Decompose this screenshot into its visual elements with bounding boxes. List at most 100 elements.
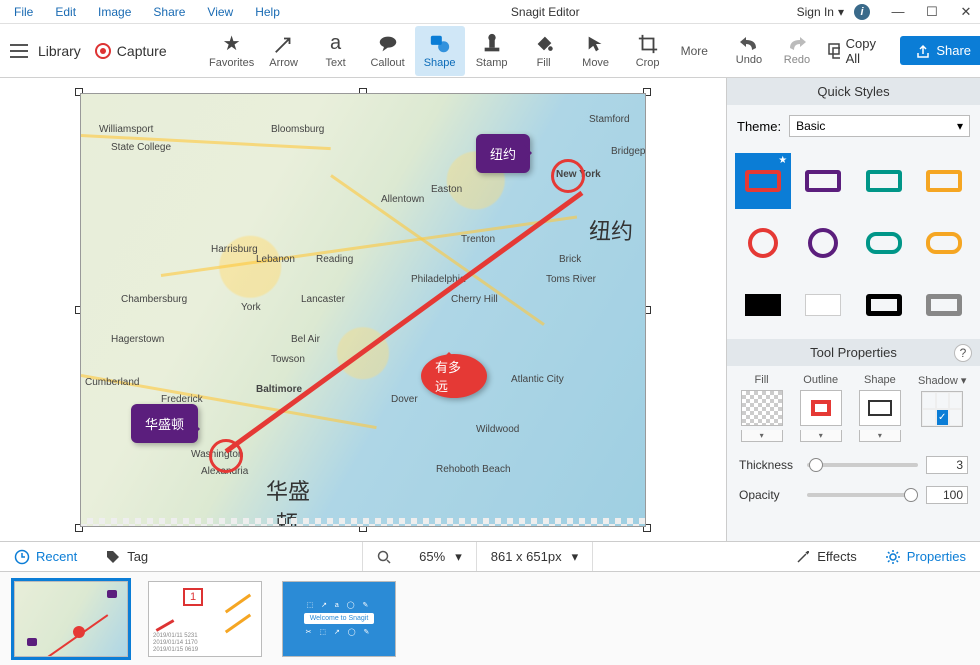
shadow-grid[interactable]: ✓: [921, 391, 963, 427]
outline-swatch[interactable]: [800, 390, 842, 426]
capture-button[interactable]: Capture: [95, 43, 167, 59]
callout-ny[interactable]: 纽约: [476, 134, 530, 173]
tool-fill[interactable]: Fill: [519, 26, 569, 76]
menu-help[interactable]: Help: [245, 2, 290, 22]
style-roundrect-teal[interactable]: [856, 215, 912, 271]
gear-icon: [885, 549, 901, 565]
menu-image[interactable]: Image: [88, 2, 141, 22]
thumbnail-1[interactable]: [14, 581, 128, 657]
tool-text[interactable]: a Text: [311, 26, 361, 76]
tag-icon: [105, 549, 121, 565]
copy-all-button[interactable]: Copy All: [818, 30, 890, 72]
maximize-button[interactable]: ☐: [924, 4, 940, 20]
menu-view[interactable]: View: [197, 2, 243, 22]
title-bar: File Edit Image Share View Help Snagit E…: [0, 0, 980, 24]
annotation-circle-ny[interactable]: [551, 159, 585, 193]
theme-dropdown[interactable]: Basic ▾: [789, 115, 970, 137]
callout-distance[interactable]: 有多远: [421, 354, 487, 398]
city-label: Easton: [431, 184, 462, 195]
close-button[interactable]: ✕: [958, 4, 974, 20]
crop-icon: [637, 33, 659, 55]
style-frame-gray[interactable]: [916, 277, 972, 333]
tool-arrow[interactable]: Arrow: [259, 26, 309, 76]
properties-button[interactable]: Properties: [871, 549, 980, 565]
city-label: Toms River: [546, 274, 596, 285]
chevron-down-icon: ▾: [572, 549, 579, 565]
status-bar: Recent Tag 65% ▾ 861 x 651px ▾ Effects P…: [0, 541, 980, 571]
tool-callout[interactable]: Callout: [363, 26, 413, 76]
city-label: Allentown: [381, 194, 424, 205]
fill-dropdown[interactable]: ▾: [741, 430, 783, 442]
prop-shape[interactable]: Shape ▾: [859, 374, 901, 442]
style-rect-red[interactable]: [735, 153, 791, 209]
sign-in-button[interactable]: Sign In▾: [797, 5, 844, 19]
tool-favorites[interactable]: ★ Favorites: [207, 26, 257, 76]
city-label: Wildwood: [476, 424, 519, 435]
share-button[interactable]: Share: [900, 36, 980, 65]
tool-move[interactable]: Move: [571, 26, 621, 76]
search-icon: [377, 550, 391, 564]
style-fill-black[interactable]: [735, 277, 791, 333]
dimensions[interactable]: 861 x 651px ▾: [477, 542, 592, 571]
city-label: Lancaster: [301, 294, 345, 305]
city-label: State College: [111, 142, 171, 153]
fill-swatch[interactable]: [741, 390, 783, 426]
prop-fill[interactable]: Fill ▾: [741, 374, 783, 442]
prop-outline[interactable]: Outline ▾: [800, 374, 842, 442]
effects-button[interactable]: Effects: [781, 549, 871, 565]
menu-share[interactable]: Share: [143, 2, 195, 22]
recent-button[interactable]: Recent: [0, 542, 91, 571]
redo-button[interactable]: Redo: [776, 36, 818, 66]
undo-button[interactable]: Undo: [728, 36, 770, 66]
style-fill-white[interactable]: [795, 277, 851, 333]
tool-shape[interactable]: Shape: [415, 26, 465, 76]
minimize-button[interactable]: —: [890, 4, 906, 20]
opacity-value[interactable]: 100: [926, 486, 968, 504]
tool-crop[interactable]: Crop: [623, 26, 673, 76]
callout-icon: [377, 33, 399, 55]
style-frame-black[interactable]: [856, 277, 912, 333]
prop-shadow[interactable]: Shadow ▾ ✓: [918, 374, 966, 442]
zoom-search[interactable]: [363, 542, 405, 571]
city-label: Stamford: [589, 114, 630, 125]
zoom-level[interactable]: 65% ▾: [405, 542, 476, 571]
style-rect-purple[interactable]: [795, 153, 851, 209]
properties-panel: Quick Styles Theme: Basic ▾ Tool Propert…: [726, 78, 980, 541]
app-title: Snagit Editor: [294, 5, 797, 19]
chevron-down-icon: ▾: [957, 119, 963, 133]
thickness-slider[interactable]: [807, 463, 918, 467]
tool-properties-header: Tool Properties ?: [727, 339, 980, 366]
shape-swatch[interactable]: [859, 390, 901, 426]
city-label: Hagerstown: [111, 334, 164, 345]
library-button[interactable]: Library: [38, 43, 81, 59]
city-label: Frederick: [161, 394, 203, 405]
canvas-area[interactable]: State College Williamsport Bloomsburg Ha…: [0, 78, 726, 541]
style-roundrect-orange[interactable]: [916, 215, 972, 271]
info-icon[interactable]: i: [854, 4, 870, 20]
help-icon[interactable]: ?: [954, 344, 972, 362]
opacity-slider[interactable]: [807, 493, 918, 497]
style-circle-red[interactable]: [735, 215, 791, 271]
style-circle-purple[interactable]: [795, 215, 851, 271]
thickness-value[interactable]: 3: [926, 456, 968, 474]
tag-button[interactable]: Tag: [91, 542, 162, 571]
clock-icon: [14, 549, 30, 565]
menu-edit[interactable]: Edit: [45, 2, 86, 22]
thumbnail-2[interactable]: 1 2019/01/11 52312019/01/14 11702019/01/…: [148, 581, 262, 657]
thumbnail-3[interactable]: ⬚ ↗ a ◯ ✎ Welcome to Snagit ✂ ⬚ ↗ ◯ ✎ sn…: [282, 581, 396, 657]
hamburger-icon[interactable]: [10, 44, 28, 58]
outline-dropdown[interactable]: ▾: [800, 430, 842, 442]
canvas-image[interactable]: State College Williamsport Bloomsburg Ha…: [80, 93, 646, 527]
city-label: Brick: [559, 254, 581, 265]
shape-dropdown[interactable]: ▾: [859, 430, 901, 442]
tool-more[interactable]: More: [681, 44, 708, 58]
stamp-icon: [481, 33, 503, 55]
callout-dc[interactable]: 华盛顿: [131, 404, 198, 443]
style-rect-orange[interactable]: [916, 153, 972, 209]
tool-stamp[interactable]: Stamp: [467, 26, 517, 76]
text-label-ny[interactable]: 纽约: [589, 214, 633, 246]
menu-file[interactable]: File: [4, 2, 43, 22]
city-label: Williamsport: [99, 124, 153, 135]
annotation-circle-dc[interactable]: [209, 439, 243, 473]
style-rect-teal[interactable]: [856, 153, 912, 209]
